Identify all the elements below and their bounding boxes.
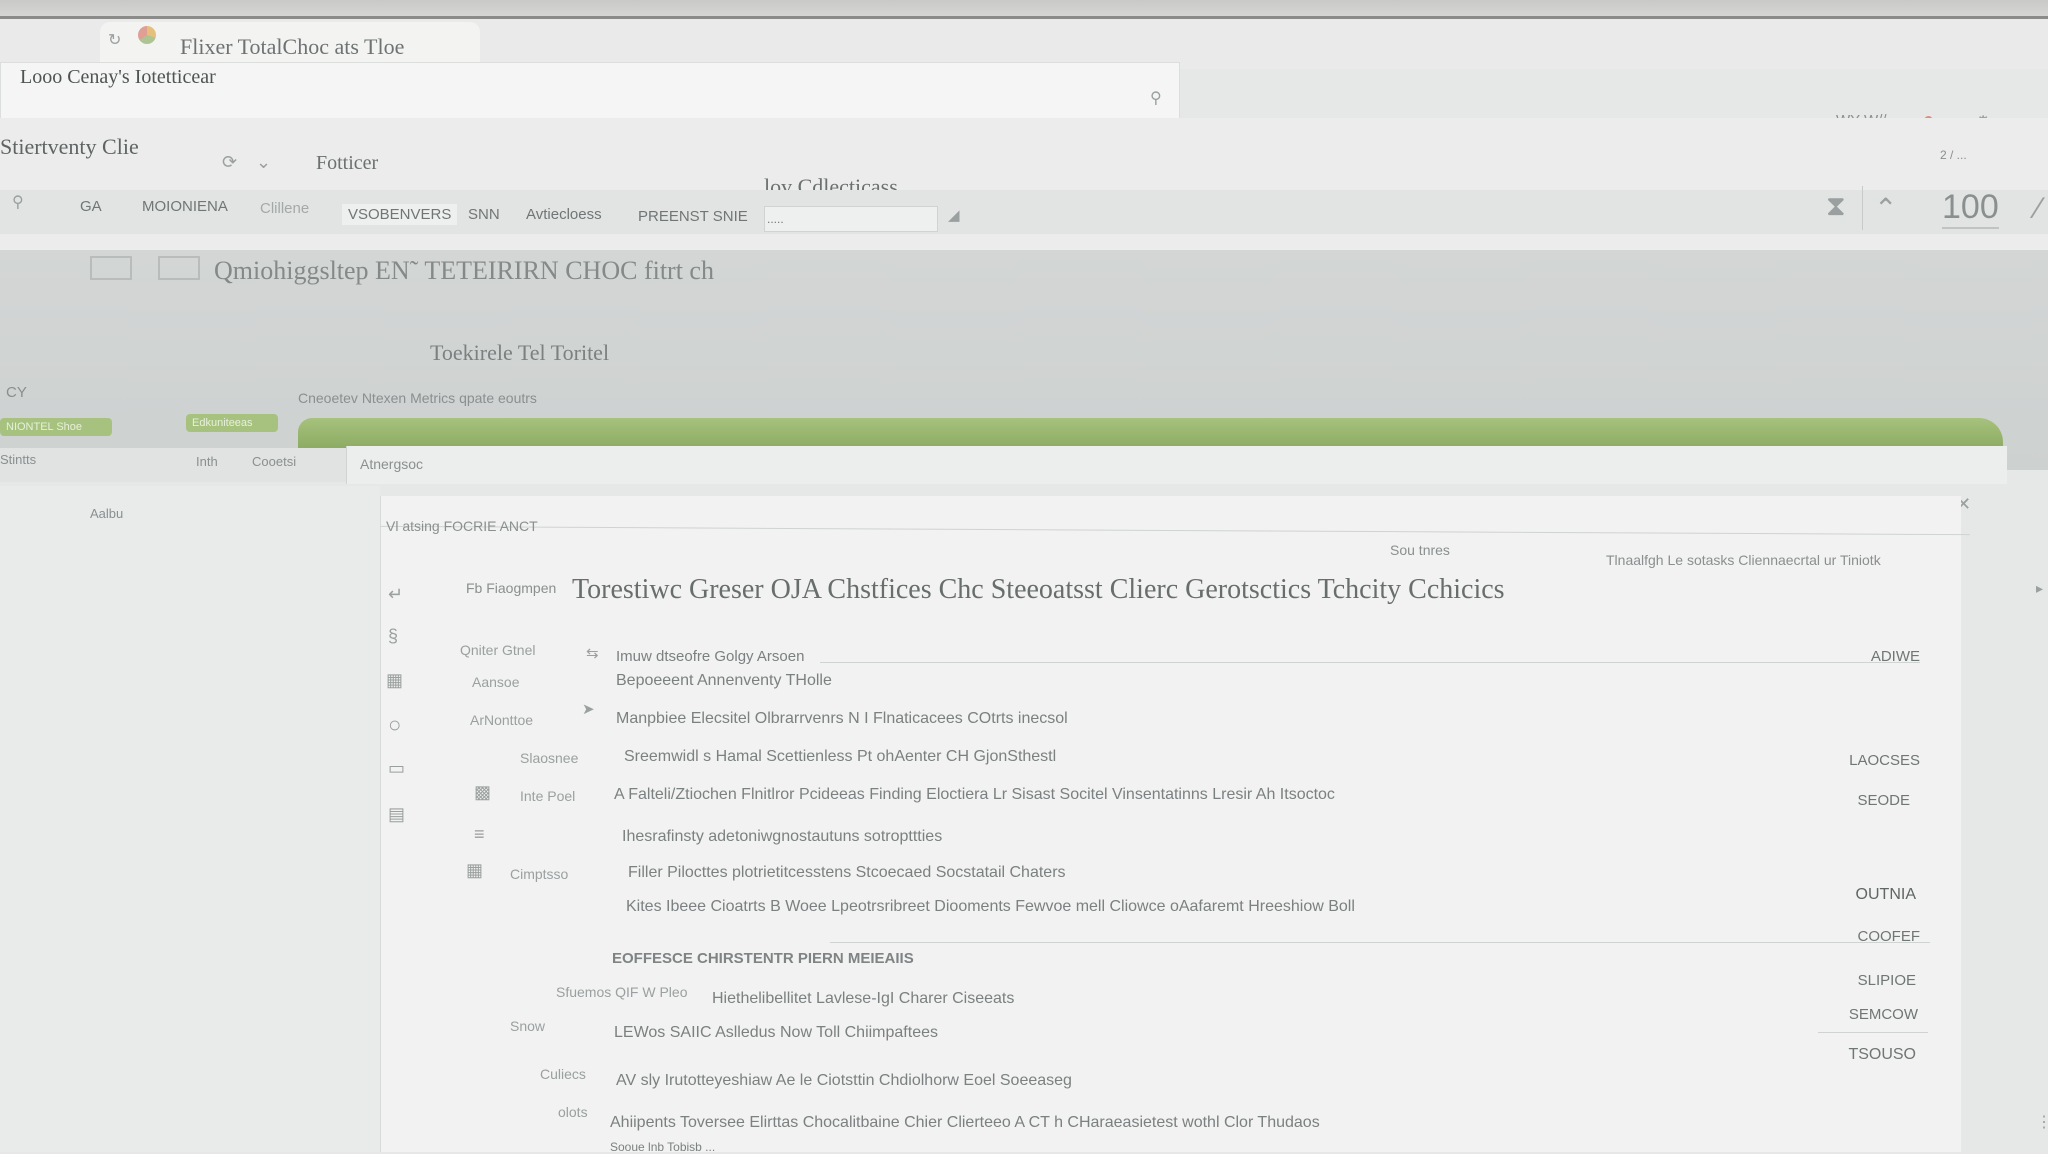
table-icon[interactable]: ▦ xyxy=(466,860,483,881)
layout-icon[interactable] xyxy=(158,256,200,280)
row-text[interactable]: Bepoeeent Annenventy THolle xyxy=(616,672,832,690)
status-pill[interactable]: NIONTEL Shoe xyxy=(0,418,112,436)
sync-icon[interactable]: ⟳ xyxy=(222,152,237,173)
folder-label[interactable]: Fotticer xyxy=(316,152,378,175)
record-title: Torestiwc Greser OJA Chstfices Chc Steeo… xyxy=(572,574,1505,605)
search-icon[interactable]: ⚲ xyxy=(12,192,24,212)
row-text[interactable]: Sreemwidl s Hamal Scettienless Pt ohAent… xyxy=(624,748,1056,766)
band-caption: Cneoetev Ntexen Metrics qpate eoutrs xyxy=(298,390,537,406)
sync-status: 2 / ... xyxy=(1940,148,1967,162)
row-divider xyxy=(830,942,1930,943)
band-side-label: CY xyxy=(6,384,27,401)
refresh-icon[interactable]: ↻ xyxy=(108,30,121,50)
row-text[interactable]: Filler Pilocttes plotrietitcesstens Stco… xyxy=(628,864,1066,882)
sidebar xyxy=(0,486,380,1152)
row-text[interactable]: A Falteli/Ztiochen Flnitlror Pcideeas Fi… xyxy=(614,786,1335,804)
nav-item-snn[interactable]: SNN xyxy=(468,206,500,223)
status-badge: SEODE xyxy=(1857,792,1910,809)
nav-item-avtiecloess[interactable]: Avtiecloess xyxy=(526,206,602,223)
row-label: Sfuemos QIF W Pleo xyxy=(556,984,688,1000)
row-text[interactable]: Ahiipents Toversee Elirttas Chocalitbain… xyxy=(610,1114,1320,1132)
circle-icon[interactable]: ○ xyxy=(388,712,401,738)
status-badge: COOFEF xyxy=(1857,928,1921,945)
status-badge: SLIPIOE xyxy=(1857,972,1916,989)
status-badge: OUTNIA xyxy=(1855,886,1916,903)
row-text[interactable]: Ihesrafinsty adetoniwgnostautuns sotropt… xyxy=(622,828,942,846)
nav-item-moionen[interactable]: MOIONIENA xyxy=(142,198,228,215)
filter-icon[interactable]: ◢ xyxy=(948,206,960,224)
grid-icon[interactable]: ▦ xyxy=(386,670,403,691)
tab-active-label[interactable]: Atnergsoc xyxy=(360,456,423,472)
row-text[interactable]: LEWos SAIIC Aslledus Now Toll Chiimpafte… xyxy=(614,1024,938,1042)
status-badge: TSOUSO xyxy=(1848,1046,1916,1063)
address-input[interactable]: Looo Cenay's Iotetticear xyxy=(20,66,216,89)
pointer-icon[interactable]: ➤ xyxy=(582,700,595,718)
nav-item-clillene[interactable]: Clillene xyxy=(260,200,309,217)
edit-icon[interactable]: ∕ xyxy=(2036,192,2041,226)
window-icon[interactable] xyxy=(90,256,132,280)
row-label: olots xyxy=(558,1104,588,1120)
record-prefix: Fb Fiaogmpen xyxy=(466,580,557,596)
row-text[interactable]: Imuw dtseofre Golgy Arsoen xyxy=(616,648,804,665)
sidebar-label: Aalbu xyxy=(90,506,124,521)
browser-logo-icon xyxy=(138,26,156,44)
nav-item-vsobenvers[interactable]: VSOBENVERS xyxy=(342,204,458,225)
more-icon[interactable]: ⋮ xyxy=(2036,1112,2048,1132)
tab-active[interactable] xyxy=(346,446,2007,484)
row-label: Slaosnee xyxy=(520,750,579,766)
funnel-icon[interactable]: ⧗ xyxy=(1826,190,1846,223)
band-heading: Qmiohiggsltep EN˜ TETEIRIRN CHOC fitrt c… xyxy=(214,256,714,285)
chevron-down-icon[interactable]: ⌄ xyxy=(256,152,271,173)
search-icon[interactable]: ⚲ xyxy=(1150,88,1162,108)
swap-icon[interactable]: ⇆ xyxy=(586,644,599,662)
nav-item-preenst-snie[interactable]: PREENST SNIE xyxy=(638,208,748,225)
filter-input[interactable] xyxy=(764,206,938,232)
toolbar-divider xyxy=(1862,186,1863,230)
section-heading: EOFFESCE CHIRSTENTR PIERN MEIEAIIS xyxy=(612,950,914,967)
chevron-up-icon[interactable]: ⌃ xyxy=(1874,192,1897,225)
row-divider xyxy=(820,662,1920,663)
link-icon[interactable]: ↵ xyxy=(388,584,403,605)
scroll-arrow-icon[interactable]: ▸ xyxy=(2036,580,2043,597)
section-label: Vl atsing FOCRIE ANCT xyxy=(386,518,538,534)
calendar-icon[interactable]: ▤ xyxy=(388,804,405,825)
status-pill[interactable]: Edkuniteeas xyxy=(186,414,278,432)
menu-icon[interactable]: ≡ xyxy=(474,824,485,845)
tab-left[interactable]: Stintts xyxy=(0,452,36,467)
s-icon[interactable]: § xyxy=(388,626,398,647)
status-badge: SEMCOW xyxy=(1848,1006,1918,1023)
nav-item-ga[interactable]: GA xyxy=(80,198,102,215)
row-label: Snow xyxy=(510,1018,546,1034)
window-title: Flixer TotalChoc ats Tloe xyxy=(180,34,405,59)
row-divider xyxy=(1818,1032,1928,1033)
row-label: Inte Poel xyxy=(520,788,576,804)
band-subheading: Toekirele Tel Toritel xyxy=(430,340,610,365)
column-header: Sou tnres xyxy=(1390,542,1450,558)
chart-icon[interactable]: ▩ xyxy=(474,782,491,803)
row-label: ArNonttoe xyxy=(470,712,534,728)
row-text[interactable]: Hiethelibellitet Lavlese-IgI Charer Cise… xyxy=(712,990,1014,1008)
row-text[interactable]: AV sly Irutotteyeshiaw Ae le Ciotsttin C… xyxy=(616,1072,1072,1090)
row-text[interactable]: Kites Ibeee Cioatrts B Woee Lpeotrsribre… xyxy=(626,898,1355,916)
right-header: Tlnaalfgh Le sotasks Cliennaecrtal ur Ti… xyxy=(1606,552,1881,568)
row-label: Aansoe xyxy=(472,674,520,690)
zoom-level[interactable]: 100 xyxy=(1942,188,1999,229)
document-icon[interactable]: ▭ xyxy=(388,758,405,779)
app-title: Stiertventy Clie xyxy=(0,134,139,159)
row-label: Culiecs xyxy=(540,1066,586,1082)
status-badge: LAOCSES xyxy=(1849,752,1920,769)
tab-cooetsi[interactable]: Cooetsi xyxy=(252,454,296,469)
tab-inth[interactable]: Inth xyxy=(196,454,218,469)
row-label: Qniter Gtnel xyxy=(460,642,536,658)
row-label: Cimptsso xyxy=(510,866,569,882)
row-text[interactable]: Manpbiee Elecsitel Olbrarrvenrs N I Flna… xyxy=(616,710,1068,728)
